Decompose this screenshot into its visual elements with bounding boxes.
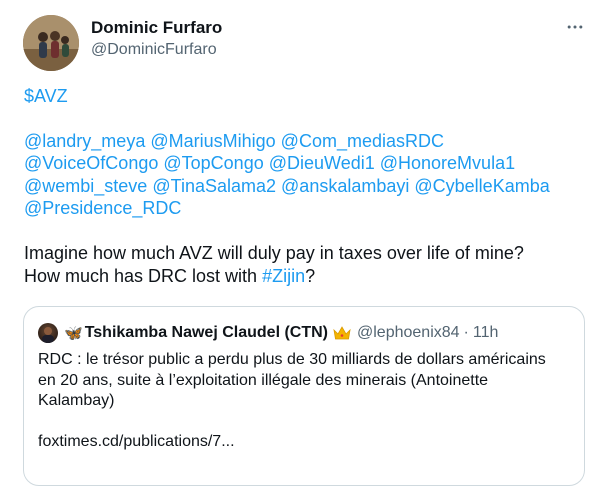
quoted-tweet-header: 🦋 Tshikamba Nawej Claudel (CTN) @lephoen… (38, 323, 498, 343)
quoted-tweet[interactable]: 🦋 Tshikamba Nawej Claudel (CTN) @lephoen… (23, 306, 585, 486)
mention-link[interactable]: @VoiceOfCongo (24, 153, 158, 173)
mention-link[interactable]: @DieuWedi1 (269, 153, 375, 173)
avatar-photo (42, 327, 54, 343)
tweet-text-line: Imagine how much AVZ will duly pay in ta… (24, 242, 524, 263)
mention-link[interactable]: @TopCongo (163, 153, 263, 173)
mention-link[interactable]: @HonoreMvula1 (380, 153, 515, 173)
hashtag-link[interactable]: #Zijin (262, 266, 305, 286)
quoted-author-name[interactable]: Tshikamba Nawej Claudel (CTN) (85, 324, 328, 342)
quoted-timestamp[interactable]: 11h (473, 324, 499, 342)
crown-icon (333, 326, 351, 340)
mentions-line: @landry_meya @MariusMihigo @Com_mediasRD… (24, 130, 594, 153)
butterfly-icon: 🦋 (64, 325, 83, 342)
quoted-author-avatar[interactable] (38, 323, 58, 343)
quoted-tweet-link[interactable]: foxtimes.cd/publications/7... (38, 432, 568, 453)
quoted-tweet-text: RDC : le trésor public a perdu plus de 3… (38, 351, 546, 409)
cashtag-link[interactable]: $AVZ (24, 86, 68, 106)
mentions-line: @VoiceOfCongo @TopCongo @DieuWedi1 @Hono… (24, 152, 594, 175)
mention-link[interactable]: @landry_meya (24, 131, 145, 151)
mention-link[interactable]: @wembi_steve (24, 176, 147, 196)
mention-link[interactable]: @Presidence_RDC (24, 198, 181, 218)
mention-link[interactable]: @Com_mediasRDC (281, 131, 444, 151)
mentions-line: @Presidence_RDC (24, 197, 594, 220)
tweet-text: $AVZ @landry_meya @MariusMihigo @Com_med… (24, 85, 594, 287)
avatar-photo (23, 15, 79, 71)
mention-link[interactable]: @TinaSalama2 (152, 176, 276, 196)
tweet: Dominic Furfaro @DominicFurfaro $AVZ @la… (0, 0, 608, 486)
mention-link[interactable]: @anskalambayi (281, 176, 409, 196)
tweet-text-line: How much has DRC lost with #Zijin? (24, 265, 594, 288)
author-name[interactable]: Dominic Furfaro (91, 18, 222, 38)
mention-link[interactable]: @MariusMihigo (150, 131, 275, 151)
mentions-line: @wembi_steve @TinaSalama2 @anskalambayi … (24, 175, 594, 198)
more-options-button[interactable] (564, 16, 586, 38)
tweet-text-segment: ? (305, 265, 316, 286)
more-horizontal-icon (567, 25, 583, 29)
author-handle[interactable]: @DominicFurfaro (91, 41, 217, 59)
separator: · (463, 324, 469, 341)
quoted-author-handle[interactable]: @lephoenix84 (357, 324, 460, 342)
tweet-text-segment: How much has DRC lost with (24, 265, 263, 286)
author-avatar[interactable] (23, 15, 79, 71)
mention-link[interactable]: @CybelleKamba (414, 176, 549, 196)
quoted-tweet-body: RDC : le trésor public a perdu plus de 3… (38, 350, 568, 452)
